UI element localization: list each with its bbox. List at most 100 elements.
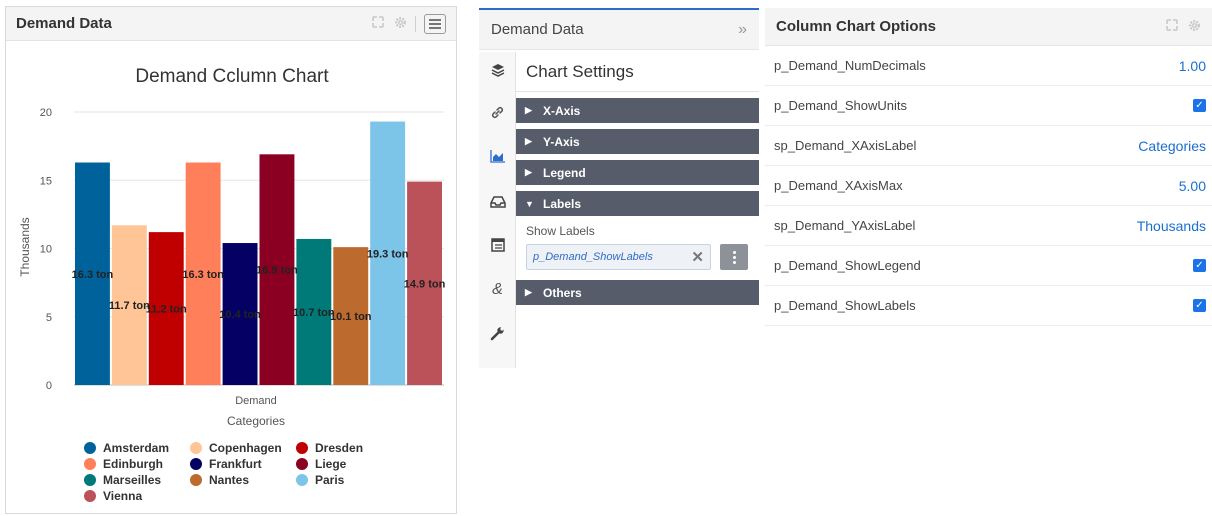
vertical-dots-icon [732,250,736,265]
option-label: sp_Demand_XAxisLabel [774,138,917,153]
chart-settings-panel: Demand Data » & Chart Settings ▶ X-Axis [479,8,759,368]
chart-title: Demand Cclumn Chart [135,66,329,87]
section-label: Legend [543,165,586,180]
legend-label: Amsterdam [103,440,170,455]
data-label: 16.9 ton [256,265,298,277]
legend-label: Paris [315,472,345,487]
panel-header: Demand Data » [479,10,759,50]
column-chart-options-panel: Column Chart Options p_Demand_NumDecimal… [765,8,1212,328]
legend-item-paris[interactable]: Paris [296,472,402,487]
legend-label: Liege [315,456,347,471]
option-value[interactable]: 5.00 [1179,178,1206,194]
data-label: 10.4 ton [219,309,261,321]
option-row: sp_Demand_YAxisLabel Thousands [765,206,1212,246]
expand-arrow-icon: ▶ [525,105,532,115]
option-value[interactable]: Categories [1138,138,1206,154]
legend-item-frankfurt[interactable]: Frankfurt [190,456,296,471]
section-labels[interactable]: ▼ Labels [516,191,759,216]
panel-title: Demand Data [491,21,584,38]
x-axis-label: Categories [227,414,285,428]
section-label: Y-Axis [543,134,580,149]
option-label: p_Demand_ShowLabels [774,298,916,313]
section-others[interactable]: ▶ Others [516,280,759,305]
show-labels-label: Show Labels [526,224,595,238]
legend-swatch [190,473,202,486]
expand-icon[interactable] [372,16,384,31]
y-tick-label: 10 [40,244,52,256]
option-checkbox[interactable]: ✓ [1193,259,1206,272]
legend-item-liege[interactable]: Liege [296,456,402,471]
clear-icon[interactable]: ✕ [691,248,704,266]
expand-arrow-icon: ▶ [525,167,532,177]
legend-item-copenhagen[interactable]: Copenhagen [190,440,296,455]
option-label: p_Demand_ShowLegend [774,258,921,273]
expand-icon[interactable] [1166,19,1178,34]
option-label: p_Demand_XAxisMax [774,178,903,193]
link-icon[interactable] [479,101,516,123]
expand-arrow-icon: ▶ [525,287,532,297]
legend-item-nantes[interactable]: Nantes [190,472,296,487]
legend-label: Edinburgh [103,456,163,471]
more-options-button[interactable] [720,244,748,270]
settings-content: Chart Settings ▶ X-Axis ▶ Y-Axis ▶ Legen… [516,52,759,305]
legend-swatch [296,473,308,486]
data-label: 16.3 ton [182,269,224,281]
options-list: p_Demand_NumDecimals 1.00 p_Demand_ShowUni… [765,46,1212,326]
legend-item-edinburgh[interactable]: Edinburgh [84,456,190,471]
legend-swatch [296,457,308,470]
inbox-icon[interactable] [479,190,516,212]
legend-item-vienna[interactable]: Vienna [84,488,190,503]
y-tick-label: 5 [46,312,52,324]
section-y-axis[interactable]: ▶ Y-Axis [516,129,759,154]
option-checkbox[interactable]: ✓ [1193,299,1206,312]
legend-item-amsterdam[interactable]: Amsterdam [84,440,190,455]
widget-header: Demand Data [6,7,456,41]
data-label: 11.7 ton [109,300,150,312]
wrench-icon[interactable] [479,322,516,344]
show-labels-field[interactable]: p_Demand_ShowLabels ✕ [526,244,711,270]
option-value[interactable]: 1.00 [1179,58,1206,74]
legend-swatch [296,441,308,454]
layers-icon[interactable] [479,59,516,81]
collapse-arrow-icon: ▼ [525,198,534,209]
section-legend[interactable]: ▶ Legend [516,160,759,185]
legend-label: Marseilles [103,472,162,487]
y-tick-label: 20 [40,107,52,119]
legend-label: Frankfurt [209,456,262,471]
option-checkbox[interactable]: ✓ [1193,99,1206,112]
expand-arrow-icon: ▶ [525,136,532,146]
legend-swatch [84,473,96,486]
collapse-icon[interactable]: » [738,21,747,39]
section-x-axis[interactable]: ▶ X-Axis [516,98,759,123]
widget-title: Demand Data [16,15,112,32]
data-label: 14.9 ton [404,278,446,290]
y-tick-label: 15 [40,175,52,187]
show-labels-row: p_Demand_ShowLabels ✕ [516,238,759,276]
options-title: Column Chart Options [776,18,936,35]
legend-label: Dresden [315,440,364,455]
gear-icon[interactable] [394,16,407,32]
x-group-label: Demand [235,395,277,407]
option-label: p_Demand_NumDecimals [774,58,926,73]
legend-swatch [84,441,96,454]
legend-item-dresden[interactable]: Dresden [296,440,402,455]
option-row: sp_Demand_XAxisLabel Categories [765,126,1212,166]
area-chart-icon[interactable] [479,145,516,167]
hamburger-menu-icon[interactable] [424,13,446,34]
legend-item-marseilles[interactable]: Marseilles [84,472,190,487]
demand-chart-widget: Demand Data Demand Cclumn Chart 0 5 10 15 20… [5,6,457,514]
ampersand-icon[interactable]: & [479,279,516,301]
data-label: 10.1 ton [330,311,372,323]
option-value[interactable]: Thousands [1137,218,1206,234]
option-row: p_Demand_ShowLabels ✓ [765,286,1212,326]
gear-icon[interactable] [1188,19,1201,35]
legend-swatch [190,457,202,470]
table-icon[interactable] [479,234,516,256]
chart-legend: Amsterdam Copenhagen Dresden Edinburgh Frank… [84,440,402,503]
option-row: p_Demand_XAxisMax 5.00 [765,166,1212,206]
section-label: Labels [543,196,582,211]
data-label: 16.3 ton [72,269,114,281]
show-labels-value: p_Demand_ShowLabels [533,251,653,263]
data-label: 10.7 ton [293,307,335,319]
header-separator [415,15,416,32]
